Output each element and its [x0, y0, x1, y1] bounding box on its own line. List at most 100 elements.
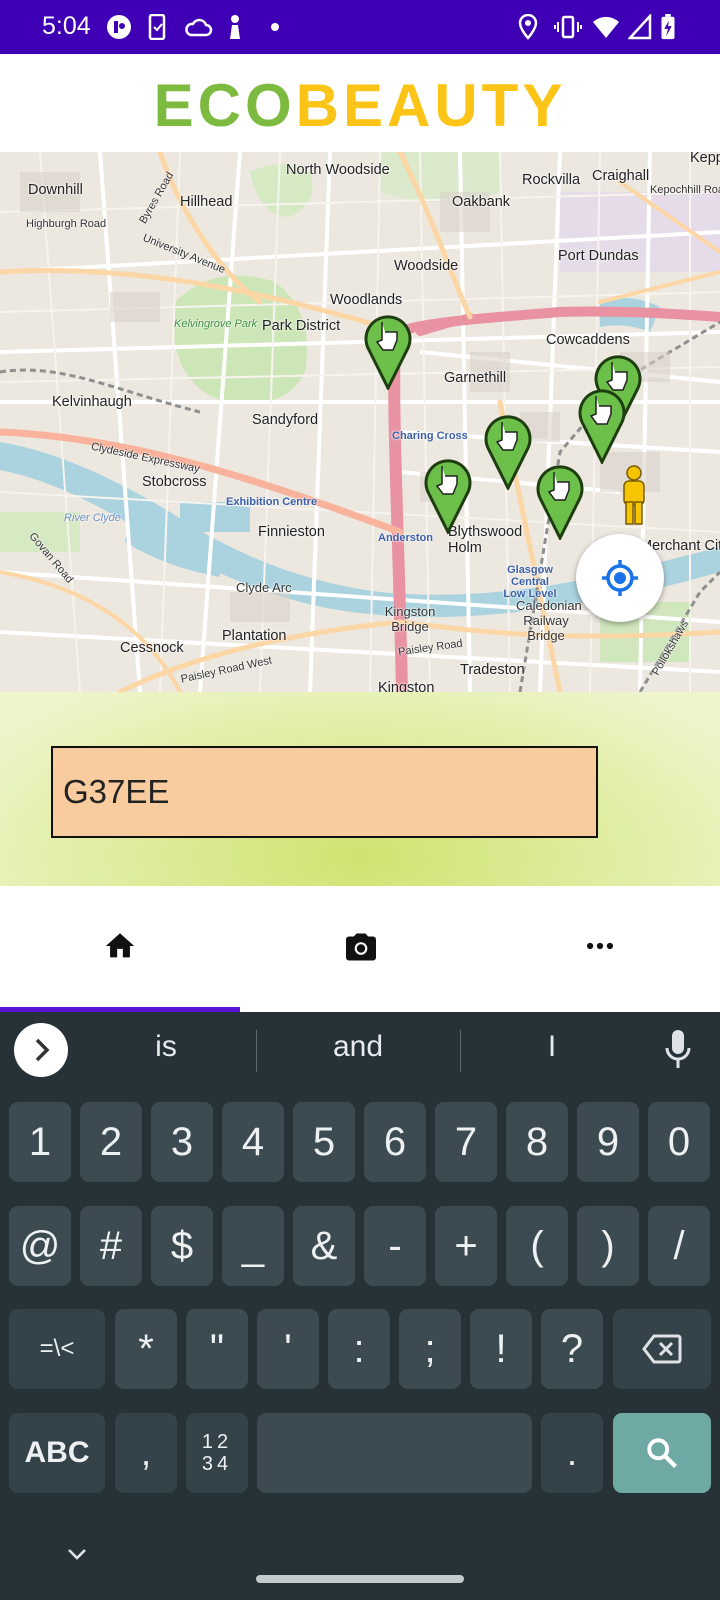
space-key[interactable] — [257, 1413, 532, 1493]
map-marker-icon[interactable] — [422, 452, 474, 534]
key[interactable]: 1 — [9, 1102, 71, 1182]
cloud-icon — [185, 18, 213, 37]
postcode-input[interactable] — [51, 746, 598, 838]
key[interactable]: @ — [9, 1206, 71, 1286]
key[interactable]: 3 — [151, 1102, 213, 1182]
home-icon — [105, 933, 135, 958]
map-label: Park District — [262, 318, 341, 334]
map-label: Port Dundas — [558, 248, 639, 264]
dot-icon — [271, 23, 279, 31]
key[interactable]: - — [364, 1206, 426, 1286]
microphone-icon[interactable] — [662, 1028, 694, 1072]
numpad-key[interactable]: 12 34 — [186, 1413, 248, 1493]
figure-icon — [230, 15, 240, 39]
camera-icon — [346, 933, 376, 961]
key[interactable]: 4 — [222, 1102, 284, 1182]
comma-key[interactable]: , — [115, 1413, 177, 1493]
map-label: Finnieston — [258, 524, 325, 540]
key[interactable]: 5 — [293, 1102, 355, 1182]
map-label: Kelvinhaugh — [52, 394, 132, 410]
map-label: Garnethill — [444, 370, 507, 386]
map-label: Downhill — [28, 182, 83, 198]
more-icon — [586, 942, 614, 950]
suggestion-item[interactable]: I — [472, 1030, 632, 1064]
map-view[interactable]: North Woodside Kepp Downhill Rockvilla C… — [0, 152, 720, 692]
map-label: Clyde Arc — [236, 580, 292, 595]
period-key[interactable]: . — [541, 1413, 603, 1493]
wifi-icon — [593, 16, 619, 38]
key[interactable]: 7 — [435, 1102, 497, 1182]
signal-icon — [628, 14, 652, 40]
key[interactable]: / — [648, 1206, 710, 1286]
key[interactable]: ( — [506, 1206, 568, 1286]
map-label: Oakbank — [452, 194, 511, 210]
expand-toolbar-button[interactable] — [14, 1023, 68, 1077]
logo-eco: ECO — [153, 72, 296, 139]
search-icon — [647, 1438, 677, 1468]
map-marker-icon[interactable] — [362, 308, 414, 390]
key[interactable]: * — [115, 1309, 177, 1389]
chevron-right-icon — [35, 1038, 50, 1062]
map-label: Rockvilla — [522, 172, 581, 188]
nav-camera[interactable] — [240, 886, 480, 1008]
app-notification-icon — [107, 15, 131, 39]
suggestion-strip: is and I — [0, 1012, 720, 1088]
key-more-symbols[interactable]: =\< — [9, 1309, 105, 1389]
nav-more[interactable] — [480, 886, 720, 1008]
key[interactable]: ' — [257, 1309, 319, 1389]
map-label: Caledonian Railway Bridge — [516, 598, 582, 643]
divider — [460, 1030, 461, 1072]
map-label: Kelvingrove Park — [174, 318, 258, 330]
map-label: Tradeston — [460, 662, 525, 678]
map-label: Sandyford — [252, 412, 319, 428]
key[interactable]: & — [293, 1206, 355, 1286]
gesture-nav-handle[interactable] — [256, 1575, 464, 1583]
map-label: Craighall — [592, 168, 650, 184]
backspace-key[interactable] — [613, 1309, 711, 1389]
nav-home[interactable] — [0, 886, 240, 1008]
key[interactable]: 6 — [364, 1102, 426, 1182]
map-marker-icon[interactable] — [482, 408, 534, 490]
map-label: Glasgow Central Low Level — [503, 564, 557, 600]
map-marker-icon[interactable] — [576, 382, 628, 464]
key[interactable]: + — [435, 1206, 497, 1286]
soft-keyboard: is and I 1 2 3 4 5 6 7 8 9 0 @ # $ _ & -… — [0, 1012, 720, 1600]
suggestion-item[interactable]: is — [86, 1030, 246, 1064]
map-label: Cowcaddens — [546, 332, 630, 348]
map-label: Woodside — [394, 258, 459, 274]
map-label: Highburgh Road — [26, 218, 107, 230]
numpad-key-bottom: 34 — [201, 1453, 233, 1475]
key[interactable]: : — [328, 1309, 390, 1389]
key[interactable]: " — [186, 1309, 248, 1389]
key[interactable]: ; — [399, 1309, 461, 1389]
key[interactable]: ) — [577, 1206, 639, 1286]
key[interactable]: _ — [222, 1206, 284, 1286]
hide-keyboard-icon[interactable] — [64, 1544, 90, 1564]
map-label: Hillhead — [180, 194, 233, 210]
key[interactable]: # — [80, 1206, 142, 1286]
crosshair-icon — [602, 560, 638, 596]
backspace-icon — [642, 1334, 682, 1364]
key[interactable]: 2 — [80, 1102, 142, 1182]
abc-key[interactable]: ABC — [9, 1413, 105, 1493]
map-marker-icon[interactable] — [534, 458, 586, 540]
map-label: Kingston — [378, 680, 435, 692]
location-icon — [518, 14, 538, 40]
bottom-navigation — [0, 886, 720, 1012]
my-location-button[interactable] — [576, 534, 664, 622]
search-key[interactable] — [613, 1413, 711, 1493]
map-label: Exhibition Centre — [226, 496, 318, 508]
status-time: 5:04 — [42, 12, 91, 40]
logo-beauty: BEAUTY — [295, 72, 567, 139]
pegman-icon[interactable] — [616, 464, 652, 526]
key[interactable]: 9 — [577, 1102, 639, 1182]
suggestion-item[interactable]: and — [278, 1030, 438, 1064]
search-panel — [0, 692, 720, 886]
key[interactable]: 0 — [648, 1102, 710, 1182]
map-label: Kepp — [690, 152, 720, 166]
key[interactable]: 8 — [506, 1102, 568, 1182]
key[interactable]: $ — [151, 1206, 213, 1286]
map-label: Kingston Bridge — [384, 604, 436, 634]
key[interactable]: ? — [541, 1309, 603, 1389]
key[interactable]: ! — [470, 1309, 532, 1389]
